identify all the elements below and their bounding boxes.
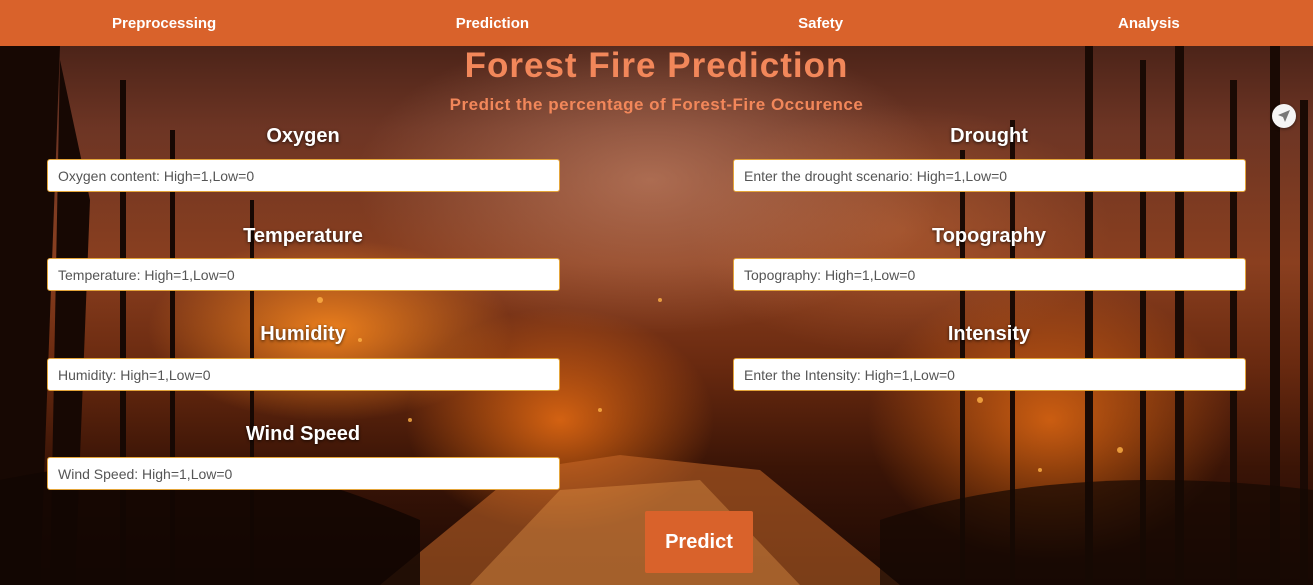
- oxygen-label: Oxygen: [266, 125, 340, 147]
- top-navbar: Preprocessing Prediction Safety Analysis: [0, 0, 1313, 46]
- nav-prediction[interactable]: Prediction: [328, 15, 656, 32]
- page-subtitle: Predict the percentage of Forest-Fire Oc…: [449, 95, 864, 114]
- wind-speed-label: Wind Speed: [245, 423, 361, 445]
- forest-silhouette: [0, 30, 1313, 585]
- nav-analysis[interactable]: Analysis: [985, 15, 1313, 32]
- intensity-input[interactable]: [733, 358, 1246, 391]
- drought-input[interactable]: [733, 159, 1246, 192]
- temperature-input[interactable]: [47, 258, 560, 291]
- topography-label: Topography: [931, 225, 1047, 247]
- oxygen-input[interactable]: [47, 159, 560, 192]
- page-title: Forest Fire Prediction: [464, 46, 849, 85]
- humidity-input[interactable]: [47, 358, 560, 391]
- forest-fire-background: [0, 0, 1313, 585]
- temperature-label: Temperature: [243, 225, 363, 247]
- wind-speed-input[interactable]: [47, 457, 560, 490]
- drought-label: Drought: [950, 125, 1028, 147]
- send-icon[interactable]: [1272, 104, 1296, 128]
- humidity-label: Humidity: [260, 323, 346, 345]
- intensity-label: Intensity: [947, 323, 1031, 345]
- topography-input[interactable]: [733, 258, 1246, 291]
- nav-preprocessing[interactable]: Preprocessing: [0, 15, 328, 32]
- predict-button[interactable]: Predict: [645, 511, 753, 573]
- nav-safety[interactable]: Safety: [657, 15, 985, 32]
